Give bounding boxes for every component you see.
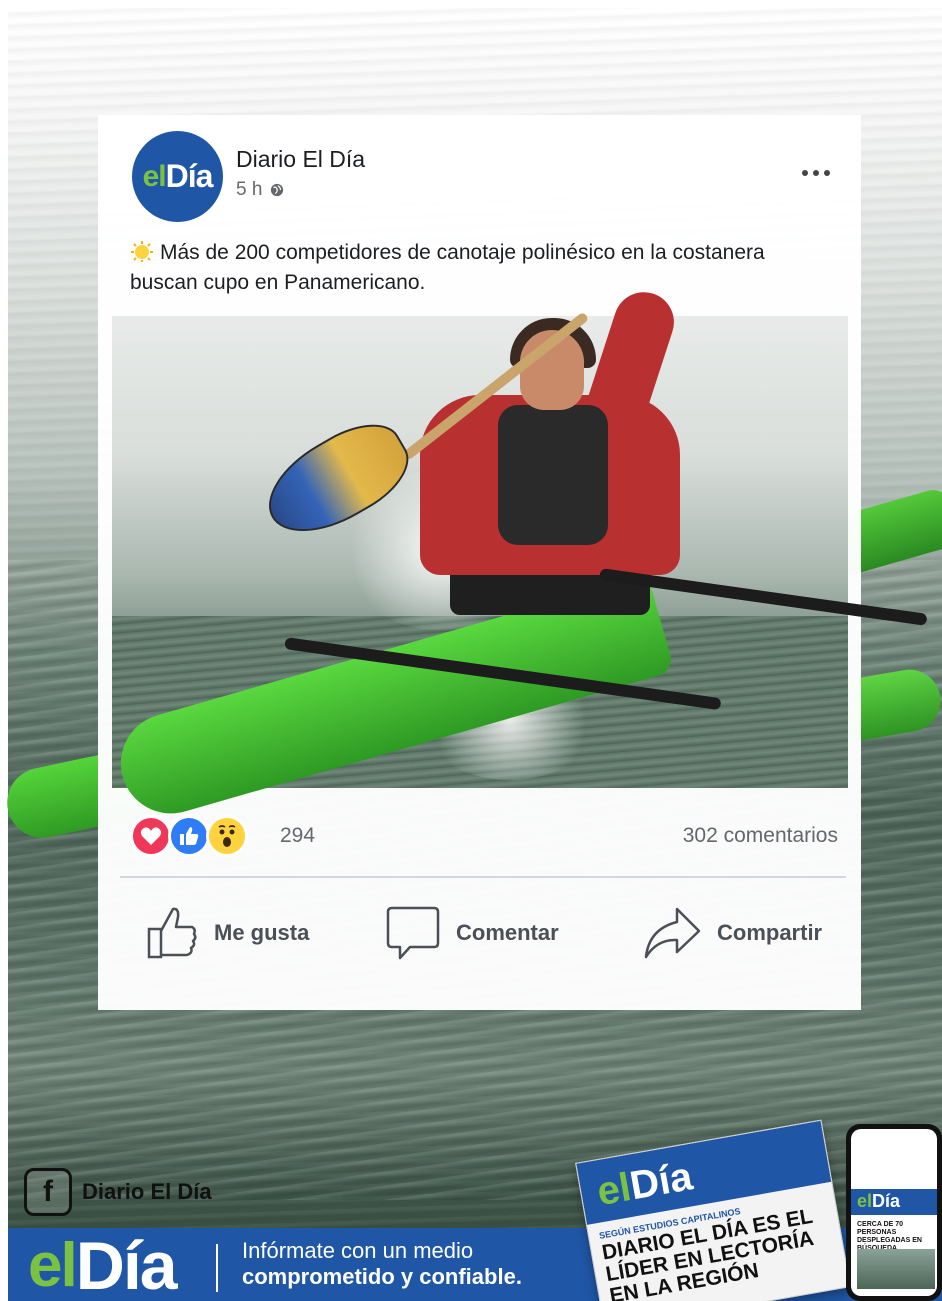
sun-emoji-icon [131,241,153,262]
comment-button[interactable]: Comentar [386,905,559,961]
reaction-count[interactable]: 294 [280,824,315,848]
post-text: Más de 200 competidores de canotaje poli… [130,238,830,298]
love-reaction-icon [130,815,172,857]
wow-reaction-icon [206,815,248,857]
facebook-handle[interactable]: f Diario El Día [24,1168,212,1216]
page-avatar[interactable]: el Día [132,131,223,222]
tagline-line2: comprometido y confiable. [242,1264,522,1289]
like-button-label: Me gusta [214,920,310,945]
phone-logo: elDía [857,1191,901,1211]
post-text-content: Más de 200 competidores de canotaje poli… [130,241,765,294]
post-meta: 5 h [236,179,284,201]
share-button-label: Compartir [717,920,823,945]
avatar-logo-dia: Día [165,158,214,194]
comment-button-label: Comentar [456,920,559,945]
share-button[interactable]: Compartir [643,905,822,961]
brand-separator [216,1244,218,1292]
like-reaction-icon [168,815,210,857]
facebook-icon: f [24,1168,72,1216]
phone-screen: elDía CERCA DE 70 PERSONAS DESPLEGADAS E… [851,1129,937,1296]
post-time[interactable]: 5 h [236,179,262,201]
divider [120,876,846,878]
brand-logo: el Día [28,1226,178,1301]
paddler-vest [498,405,608,545]
brand-logo-el: el [28,1231,78,1300]
like-button[interactable]: Me gusta [146,905,309,961]
phone-photo [857,1249,935,1289]
facebook-handle-text: Diario El Día [82,1179,212,1204]
avatar-logo-el: el [142,159,167,193]
tagline-line1: Infórmate con un medio [242,1238,474,1263]
globe-icon [271,183,284,197]
phone-image: elDía CERCA DE 70 PERSONAS DESPLEGADAS E… [846,1124,942,1301]
page-name[interactable]: Diario El Día [236,146,365,173]
share-arrow-icon [644,907,701,959]
thumbs-up-icon [147,907,197,959]
comment-bubble-icon [386,906,440,960]
comments-count[interactable]: 302 comentarios [683,824,838,848]
brand-logo-dia: Día [75,1228,178,1301]
more-options-icon[interactable] [802,158,842,188]
reaction-icons[interactable] [130,815,248,857]
tagline: Infórmate con un medio comprometido y co… [242,1238,522,1290]
